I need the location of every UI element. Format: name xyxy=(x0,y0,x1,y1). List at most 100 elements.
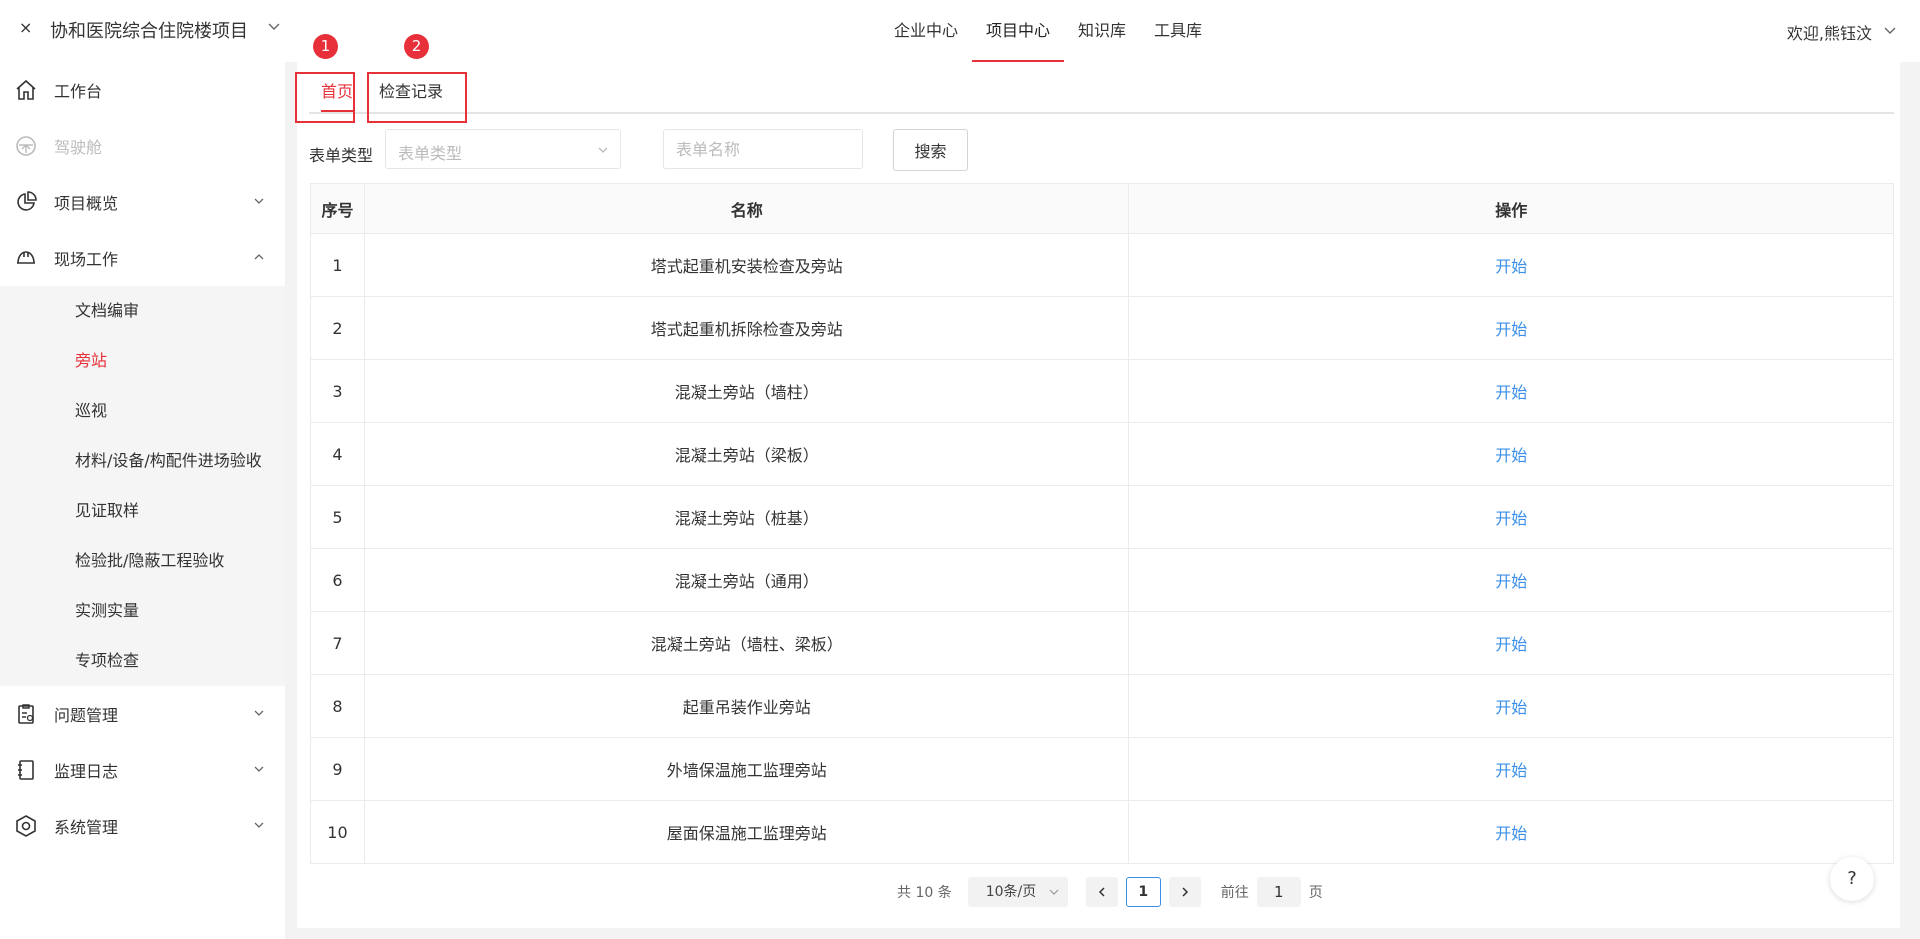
sidebar-item-issue-management[interactable]: 问题管理 xyxy=(0,686,285,742)
row-action-cell: 开始 xyxy=(1128,233,1894,297)
table-row: 7 混凝土旁站（墙柱、梁板） 开始 xyxy=(310,611,1894,675)
sidebar-item-site-work[interactable]: 现场工作 xyxy=(0,230,285,286)
start-link[interactable]: 开始 xyxy=(1495,635,1527,654)
sidebar-item-workbench[interactable]: 工作台 xyxy=(0,62,285,118)
start-link[interactable]: 开始 xyxy=(1495,257,1527,276)
start-link[interactable]: 开始 xyxy=(1495,824,1527,843)
header-name: 名称 xyxy=(363,183,1130,234)
nav-tool-library[interactable]: 工具库 xyxy=(1140,0,1216,62)
table-row: 8 起重吊装作业旁站 开始 xyxy=(310,674,1894,738)
chevron-down-icon xyxy=(254,766,264,772)
goto-label: 前往 xyxy=(1220,885,1249,901)
table-row: 4 混凝土旁站（梁板） 开始 xyxy=(310,422,1894,486)
goto-page-input[interactable]: 1 xyxy=(1256,877,1301,907)
row-index: 5 xyxy=(310,485,365,549)
annotation-box-2 xyxy=(367,72,467,123)
pagination: 共 10 条 10条/页 1 前往 1 页 xyxy=(897,877,1323,907)
page-number-current[interactable]: 1 xyxy=(1125,877,1161,907)
help-button[interactable]: ? xyxy=(1830,857,1874,901)
prev-page-button[interactable] xyxy=(1085,877,1118,907)
sidebar-sub-witness-sampling[interactable]: 见证取样 xyxy=(0,486,285,536)
table-row: 6 混凝土旁站（通用） 开始 xyxy=(310,548,1894,612)
chevron-left-icon xyxy=(1098,887,1105,897)
form-type-select[interactable]: 表单类型 xyxy=(385,129,621,169)
row-name: 混凝土旁站（墙柱） xyxy=(363,359,1130,423)
row-action-cell: 开始 xyxy=(1128,422,1894,486)
close-icon[interactable]: × xyxy=(19,18,32,37)
page-suffix: 页 xyxy=(1308,885,1323,901)
page-size-value: 10条/页 xyxy=(985,884,1037,900)
row-name: 起重吊装作业旁站 xyxy=(363,674,1130,738)
row-action-cell: 开始 xyxy=(1128,548,1894,612)
sidebar-sub-special-inspection[interactable]: 专项检查 xyxy=(0,636,285,686)
user-welcome[interactable]: 欢迎,熊钰汶 xyxy=(1787,20,1872,44)
form-type-label: 表单类型 xyxy=(309,146,374,165)
project-name[interactable]: 协和医院综合住院楼项目 xyxy=(50,17,248,43)
form-type-placeholder: 表单类型 xyxy=(398,144,463,163)
sidebar-sub-batch-acceptance[interactable]: 检验批/隐蔽工程验收 xyxy=(0,536,285,586)
annotation-badge-2: 2 xyxy=(404,34,429,59)
nav-knowledge-base[interactable]: 知识库 xyxy=(1064,0,1140,62)
sidebar-sub-side-station[interactable]: 旁站 xyxy=(0,336,285,386)
sidebar-item-label: 驾驶舱 xyxy=(54,138,103,157)
row-action-cell: 开始 xyxy=(1128,800,1894,864)
sidebar-sub-document-review[interactable]: 文档编审 xyxy=(0,286,285,336)
tab-bar: 首页 检查记录 xyxy=(309,62,1894,114)
row-action-cell: 开始 xyxy=(1128,296,1894,360)
chevron-down-icon xyxy=(1049,889,1059,895)
start-link[interactable]: 开始 xyxy=(1495,572,1527,591)
form-name-input[interactable] xyxy=(663,129,863,169)
annotation-box-1 xyxy=(295,72,355,123)
table-row: 2 塔式起重机拆除检查及旁站 开始 xyxy=(310,296,1894,360)
sidebar-item-label: 问题管理 xyxy=(54,706,119,725)
top-nav: 企业中心 项目中心 知识库 工具库 xyxy=(880,0,1216,62)
start-link[interactable]: 开始 xyxy=(1495,509,1527,528)
sidebar-item-supervision-log[interactable]: 监理日志 xyxy=(0,742,285,798)
clipboard-icon xyxy=(18,704,34,724)
sidebar-item-system-management[interactable]: 系统管理 xyxy=(0,798,285,854)
sidebar-sub-material-acceptance[interactable]: 材料/设备/构配件进场验收 xyxy=(0,436,285,486)
chevron-up-icon xyxy=(254,254,264,260)
nav-enterprise-center[interactable]: 企业中心 xyxy=(880,0,972,62)
row-name: 混凝土旁站（梁板） xyxy=(363,422,1130,486)
sidebar-item-cockpit[interactable]: 驾驶舱 xyxy=(0,118,285,174)
sidebar-sub-actual-measurement[interactable]: 实测实量 xyxy=(0,586,285,636)
row-name: 塔式起重机拆除检查及旁站 xyxy=(363,296,1130,360)
row-action-cell: 开始 xyxy=(1128,737,1894,801)
chevron-down-icon xyxy=(254,198,264,204)
home-icon xyxy=(16,79,36,100)
sidebar-item-label: 现场工作 xyxy=(54,250,119,269)
row-index: 6 xyxy=(310,548,365,612)
nav-project-center[interactable]: 项目中心 xyxy=(972,0,1065,62)
start-link[interactable]: 开始 xyxy=(1495,698,1527,717)
top-bar: × 协和医院综合住院楼项目 企业中心 项目中心 知识库 工具库 欢迎,熊钰汶 xyxy=(0,0,1920,62)
start-link[interactable]: 开始 xyxy=(1495,383,1527,402)
search-button[interactable]: 搜索 xyxy=(893,129,968,171)
sidebar-sub-inspection-tour[interactable]: 巡视 xyxy=(0,386,285,436)
start-link[interactable]: 开始 xyxy=(1495,446,1527,465)
chevron-down-icon[interactable] xyxy=(266,18,282,34)
table-row: 5 混凝土旁站（桩基） 开始 xyxy=(310,485,1894,549)
chevron-down-icon xyxy=(598,147,608,153)
row-name: 混凝土旁站（通用） xyxy=(363,548,1130,612)
start-link[interactable]: 开始 xyxy=(1495,320,1527,339)
row-name: 屋面保温施工监理旁站 xyxy=(363,800,1130,864)
table-header-row: 序号 名称 操作 xyxy=(310,183,1894,234)
form-table: 序号 名称 操作 1 塔式起重机安装检查及旁站 开始 2 塔式起重机拆除检查及旁… xyxy=(310,183,1894,864)
row-name: 塔式起重机安装检查及旁站 xyxy=(363,233,1130,297)
pie-chart-icon xyxy=(17,191,37,211)
row-index: 9 xyxy=(310,737,365,801)
sidebar-item-project-overview[interactable]: 项目概览 xyxy=(0,174,285,230)
sidebar-item-label: 监理日志 xyxy=(54,762,119,781)
start-link[interactable]: 开始 xyxy=(1495,761,1527,780)
user-chevron-down-icon[interactable] xyxy=(1882,22,1898,38)
next-page-button[interactable] xyxy=(1168,877,1201,907)
settings-hex-icon xyxy=(16,815,36,837)
table-row: 9 外墙保温施工监理旁站 开始 xyxy=(310,737,1894,801)
sidebar-item-label: 项目概览 xyxy=(54,194,119,213)
page-size-select[interactable]: 10条/页 xyxy=(967,877,1068,907)
row-index: 2 xyxy=(310,296,365,360)
sidebar-item-label: 工作台 xyxy=(54,82,103,101)
table-row: 10 屋面保温施工监理旁站 开始 xyxy=(310,800,1894,864)
main-panel: 首页 检查记录 1 2 表单类型 表单类型 搜索 序号 名称 操作 1 塔式起重… xyxy=(295,34,1900,928)
